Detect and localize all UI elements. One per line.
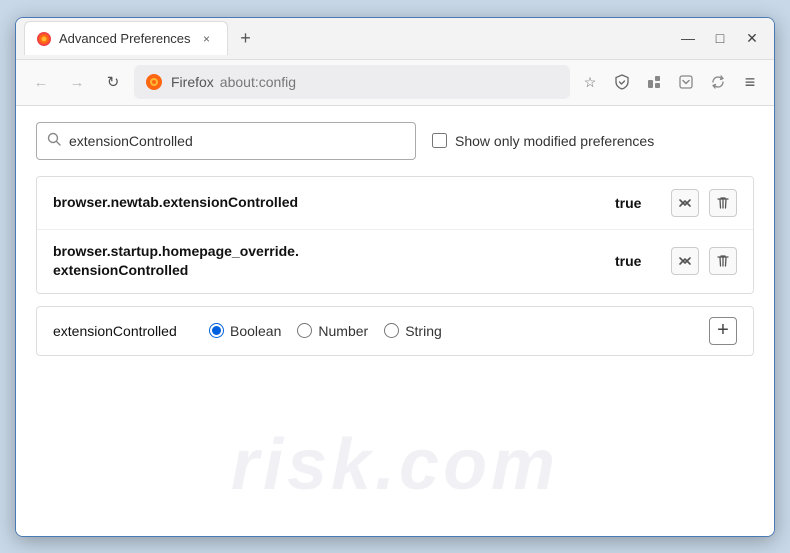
menu-button[interactable]: ≡ [736,68,764,96]
show-modified-label[interactable]: Show only modified preferences [432,133,654,149]
search-bar-row: Show only modified preferences [36,122,754,160]
pref-value-2: true [615,253,655,269]
navigation-bar: ← → ↻ Firefox about:config ☆ [16,60,774,106]
nav-icons: ☆ [576,68,764,96]
show-modified-checkbox[interactable] [432,133,447,148]
search-input[interactable] [69,133,405,149]
bookmark-icon[interactable]: ☆ [576,68,604,96]
toggle-button-2[interactable] [671,247,699,275]
type-boolean-option[interactable]: Boolean [209,323,281,339]
window-controls: — □ ✕ [674,24,766,52]
type-string-option[interactable]: String [384,323,442,339]
page-wrapper: Show only modified preferences browser.n… [16,106,774,536]
address-origin: Firefox [171,74,214,90]
search-icon [47,132,61,149]
shield-icon[interactable] [608,68,636,96]
row-actions-2 [671,247,737,275]
new-tab-button[interactable]: + [232,24,260,52]
tab-close-button[interactable]: × [199,31,215,47]
preference-search-container[interactable] [36,122,416,160]
results-table: browser.newtab.extensionControlled true [36,176,754,294]
type-string-label: String [405,323,442,339]
sync-icon[interactable] [704,68,732,96]
back-button[interactable]: ← [26,67,56,97]
new-pref-name: extensionControlled [53,323,193,339]
type-string-radio[interactable] [384,323,399,338]
add-pref-button[interactable]: + [709,317,737,345]
page-content: Show only modified preferences browser.n… [16,106,774,536]
pref-name-2-line2: extensionControlled [53,262,188,278]
toggle-button-1[interactable] [671,189,699,217]
firefox-logo [145,73,163,91]
extension-icon[interactable] [640,68,668,96]
address-path: about:config [220,74,296,90]
maximize-button[interactable]: □ [706,24,734,52]
type-boolean-label: Boolean [230,323,281,339]
type-boolean-radio[interactable] [209,323,224,338]
new-pref-row: extensionControlled Boolean Number Strin… [36,306,754,356]
pref-name-2-line1: browser.startup.homepage_override. [53,243,299,259]
tab-title: Advanced Preferences [59,31,191,46]
pref-name-2: browser.startup.homepage_override. exten… [53,242,615,281]
type-options: Boolean Number String [209,323,442,339]
address-bar[interactable]: Firefox about:config [134,65,570,99]
forward-button[interactable]: → [62,67,92,97]
address-text: Firefox about:config [171,74,296,90]
type-number-label: Number [318,323,368,339]
row-actions-1 [671,189,737,217]
tab-favicon [37,32,51,46]
table-row: browser.newtab.extensionControlled true [37,177,753,230]
minimize-button[interactable]: — [674,24,702,52]
pref-value-1: true [615,195,655,211]
delete-button-1[interactable] [709,189,737,217]
pref-name-1: browser.newtab.extensionControlled [53,193,615,213]
delete-button-2[interactable] [709,247,737,275]
show-modified-text: Show only modified preferences [455,133,654,149]
close-button[interactable]: ✕ [738,24,766,52]
reload-button[interactable]: ↻ [98,67,128,97]
active-tab[interactable]: Advanced Preferences × [24,21,228,55]
type-number-radio[interactable] [297,323,312,338]
type-number-option[interactable]: Number [297,323,368,339]
title-bar: Advanced Preferences × + — □ ✕ [16,18,774,60]
table-row: browser.startup.homepage_override. exten… [37,230,753,293]
pocket-icon[interactable] [672,68,700,96]
